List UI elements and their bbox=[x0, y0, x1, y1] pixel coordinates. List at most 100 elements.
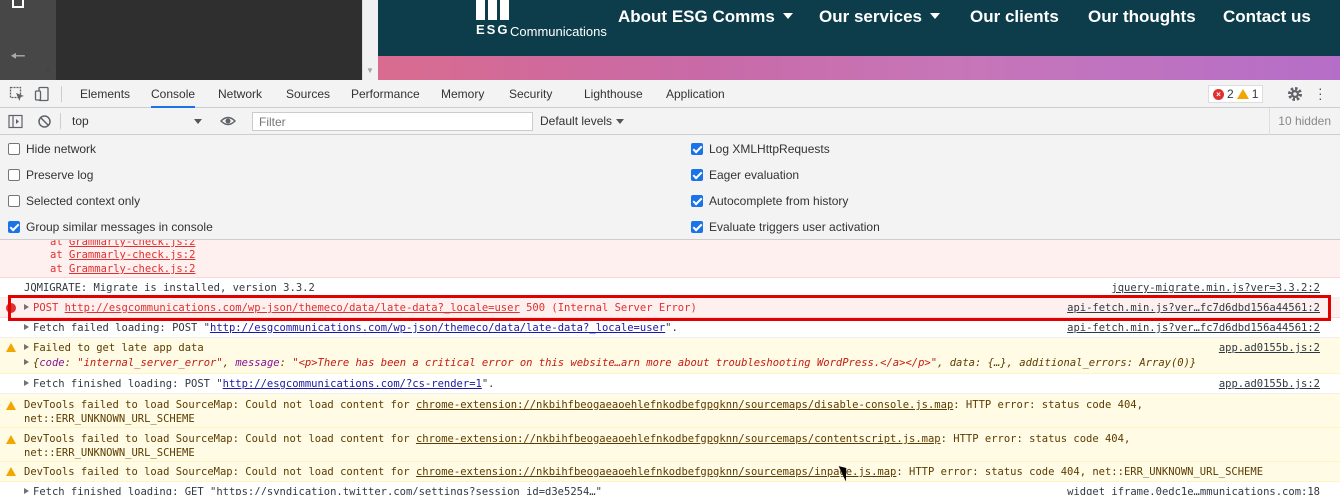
log-message: Fetch failed loading: POST "http://esgco… bbox=[0, 318, 1340, 338]
setting-group-similar[interactable]: Group similar messages in console bbox=[8, 219, 213, 235]
setting-user-activation[interactable]: Evaluate triggers user activation bbox=[691, 219, 880, 235]
object-preview[interactable]: {code: "internal_server_error", message:… bbox=[24, 357, 1196, 369]
tab-security[interactable]: Security bbox=[509, 80, 552, 108]
source-link[interactable]: api-fetch.min.js?ver…fc7d6dbd156a44561:2 bbox=[1067, 302, 1320, 314]
console-settings: Hide network Preserve log Selected conte… bbox=[0, 135, 1340, 240]
expand-icon[interactable] bbox=[24, 324, 29, 330]
source-link[interactable]: app.ad0155b.js:2 bbox=[1219, 378, 1320, 390]
expand-icon[interactable] bbox=[24, 488, 29, 494]
checkbox-checked[interactable] bbox=[691, 195, 703, 207]
nav-services[interactable]: Our services bbox=[819, 7, 941, 27]
filter-input[interactable] bbox=[252, 112, 533, 131]
tab-sources[interactable]: Sources bbox=[286, 80, 330, 108]
setting-preserve-log[interactable]: Preserve log bbox=[8, 167, 93, 183]
issue-counts[interactable]: × 2 1 bbox=[1208, 85, 1264, 103]
url-link[interactable]: http://esgcommunications.com/wp-json/the… bbox=[210, 322, 665, 334]
sourcemap-link[interactable]: chrome-extension://nkbihfbeogaeaoehlefnk… bbox=[416, 466, 896, 478]
checkbox[interactable] bbox=[8, 143, 20, 155]
log-levels-dropdown[interactable]: Default levels bbox=[540, 108, 625, 135]
tab-memory[interactable]: Memory bbox=[441, 80, 484, 108]
message-text: Failed to get late app data bbox=[24, 342, 204, 354]
warning-message: DevTools failed to load SourceMap: Could… bbox=[0, 394, 1340, 428]
log-message: Fetch finished loading: POST "http://esg… bbox=[0, 374, 1340, 394]
setting-eager-eval[interactable]: Eager evaluation bbox=[691, 167, 799, 183]
divider bbox=[60, 113, 61, 129]
nav-thoughts[interactable]: Our thoughts bbox=[1088, 7, 1196, 27]
log-message: Fetch finished loading: GET "https://syn… bbox=[0, 482, 1340, 495]
divider bbox=[61, 86, 62, 102]
checkbox-checked[interactable] bbox=[691, 143, 703, 155]
panel-square-icon[interactable] bbox=[12, 0, 24, 8]
console-toolbar: top Default levels 10 hidden bbox=[0, 108, 1340, 135]
expand-icon[interactable] bbox=[24, 359, 29, 365]
post-url-link[interactable]: http://esgcommunications.com/wp-json/the… bbox=[65, 302, 520, 314]
stack-line: at Grammarly-check.js:2 bbox=[50, 249, 196, 261]
back-arrow-icon[interactable]: 🠔 bbox=[10, 44, 26, 74]
expand-icon[interactable] bbox=[24, 304, 29, 310]
more-options-icon[interactable]: · · · bbox=[1318, 81, 1323, 105]
setting-selected-context[interactable]: Selected context only bbox=[8, 193, 140, 209]
stack-link[interactable]: Grammarly-check.js:2 bbox=[69, 240, 195, 248]
message-text: DevTools failed to load SourceMap: Could… bbox=[24, 466, 1264, 478]
eye-icon[interactable] bbox=[220, 114, 236, 128]
url-link[interactable]: http://esgcommunications.com/?cs-render=… bbox=[223, 378, 482, 390]
scroll-down-icon[interactable]: ▼ bbox=[44, 66, 52, 75]
message-text: JQMIGRATE: Migrate is installed, version… bbox=[24, 282, 315, 294]
message-text: net::ERR_UNKNOWN_URL_SCHEME bbox=[24, 413, 195, 425]
source-link[interactable]: app.ad0155b.js:2 bbox=[1219, 342, 1320, 354]
stack-link[interactable]: Grammarly-check.js:2 bbox=[69, 263, 195, 275]
stack-link[interactable]: Grammarly-check.js:2 bbox=[69, 249, 195, 261]
checkbox-checked[interactable] bbox=[8, 221, 20, 233]
setting-autocomplete[interactable]: Autocomplete from history bbox=[691, 193, 848, 209]
tab-network[interactable]: Network bbox=[218, 80, 262, 108]
stack-line: at Grammarly-check.js:2 bbox=[50, 263, 196, 275]
expand-icon[interactable] bbox=[24, 344, 29, 350]
nav-clients[interactable]: Our clients bbox=[970, 7, 1059, 27]
logo-esg: ESG bbox=[476, 22, 510, 37]
message-text: Fetch finished loading: POST "http://esg… bbox=[24, 378, 495, 390]
sidebar-toggle-icon[interactable] bbox=[8, 114, 23, 129]
message-text: DevTools failed to load SourceMap: Could… bbox=[24, 433, 1131, 445]
device-toolbar-icon[interactable] bbox=[34, 86, 50, 102]
stack-line: at Grammarly-check.js:2 bbox=[50, 240, 195, 248]
context-select[interactable]: top bbox=[66, 112, 206, 131]
nav-about[interactable]: About ESG Comms bbox=[618, 7, 793, 27]
setting-hide-network[interactable]: Hide network bbox=[8, 141, 96, 157]
devtools-tab-bar: Elements Console Network Sources Perform… bbox=[0, 80, 1340, 108]
tab-elements[interactable]: Elements bbox=[80, 80, 130, 108]
log-levels-label: Default levels bbox=[540, 114, 613, 128]
setting-log-xhr[interactable]: Log XMLHttpRequests bbox=[691, 141, 830, 157]
clear-console-icon[interactable] bbox=[37, 114, 52, 129]
checkbox-checked[interactable] bbox=[691, 221, 703, 233]
sourcemap-link[interactable]: chrome-extension://nkbihfbeogaeaoehlefnk… bbox=[416, 433, 941, 445]
message-text: Fetch finished loading: GET "https://syn… bbox=[24, 486, 602, 495]
nav-contact[interactable]: Contact us bbox=[1223, 7, 1311, 27]
error-message[interactable]: POST http://esgcommunications.com/wp-jso… bbox=[0, 298, 1340, 318]
inspect-element-icon[interactable] bbox=[9, 86, 25, 102]
expand-icon[interactable] bbox=[24, 380, 29, 386]
source-link[interactable]: widget_iframe.0edc1e…mmunications.com:18 bbox=[1067, 486, 1320, 495]
warning-icon bbox=[6, 435, 16, 444]
checkbox[interactable] bbox=[8, 195, 20, 207]
scrollbar[interactable]: ▼ bbox=[362, 0, 378, 80]
error-icon bbox=[6, 303, 16, 313]
hidden-count: 10 hidden bbox=[1269, 108, 1331, 135]
warning-icon bbox=[1236, 89, 1249, 99]
scroll-down-icon[interactable]: ▼ bbox=[366, 66, 374, 75]
warning-message: DevTools failed to load SourceMap: Could… bbox=[0, 462, 1340, 482]
tab-performance[interactable]: Performance bbox=[351, 80, 420, 108]
source-link[interactable]: api-fetch.min.js?ver…fc7d6dbd156a44561:2 bbox=[1067, 322, 1320, 334]
site-logo[interactable]: ESG Communications bbox=[476, 0, 607, 44]
checkbox[interactable] bbox=[8, 169, 20, 181]
checkbox-checked[interactable] bbox=[691, 169, 703, 181]
chevron-down-icon bbox=[930, 13, 941, 19]
chevron-down-icon bbox=[194, 119, 202, 124]
console-messages: at Grammarly-check.js:2 at Grammarly-che… bbox=[0, 240, 1340, 495]
tab-lighthouse[interactable]: Lighthouse bbox=[584, 80, 643, 108]
gear-icon[interactable] bbox=[1286, 85, 1304, 103]
tab-application[interactable]: Application bbox=[666, 80, 725, 108]
source-link[interactable]: jquery-migrate.min.js?ver=3.3.2:2 bbox=[1111, 282, 1320, 294]
context-value: top bbox=[72, 114, 89, 128]
sourcemap-link[interactable]: chrome-extension://nkbihfbeogaeaoehlefnk… bbox=[416, 399, 953, 411]
tab-console[interactable]: Console bbox=[151, 80, 196, 108]
